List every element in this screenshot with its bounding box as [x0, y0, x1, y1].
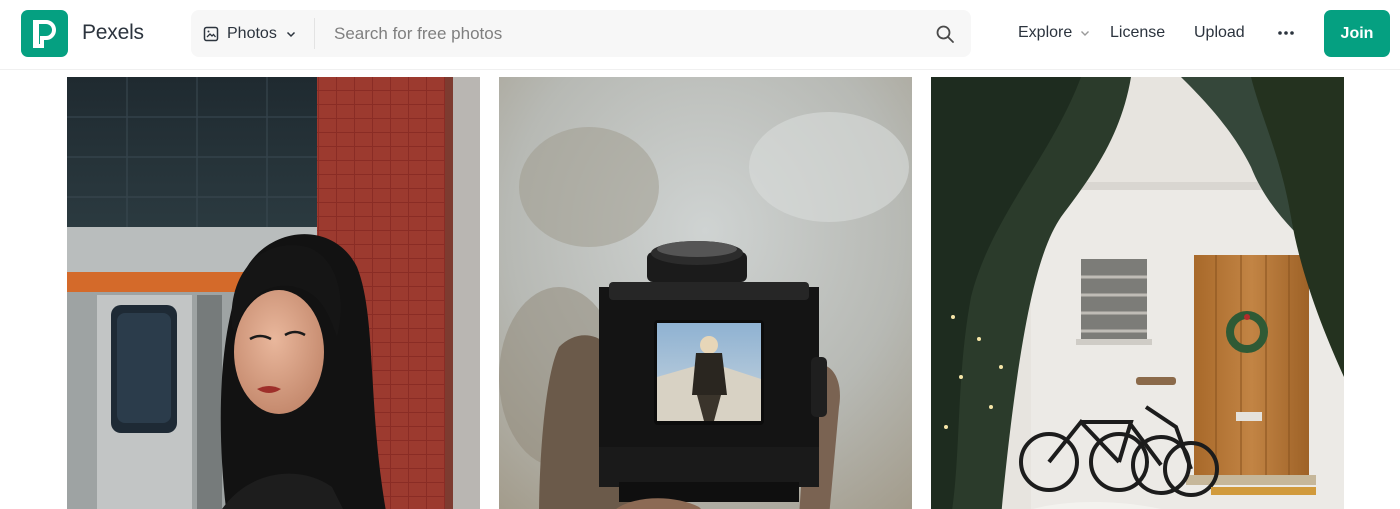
brand-name[interactable]: Pexels: [82, 20, 144, 46]
search-divider: [314, 18, 315, 49]
nav-license[interactable]: License: [1110, 22, 1165, 44]
nav-explore-label: Explore: [1018, 24, 1073, 41]
nav-upload[interactable]: Upload: [1194, 22, 1245, 44]
photo-card-house-bicycles[interactable]: [931, 77, 1344, 509]
photo-camera-viewfinder-image: [499, 77, 912, 509]
photo-card-woman-subway[interactable]: [67, 77, 480, 509]
search-type-label: Photos: [227, 24, 277, 42]
chevron-down-icon: [286, 31, 295, 37]
pexels-logo-mark-icon: [32, 19, 56, 48]
search-input[interactable]: [324, 10, 914, 57]
nav-explore[interactable]: Explore: [1018, 22, 1091, 44]
top-navigation-bar: Pexels Photos Explore License: [0, 0, 1400, 70]
image-icon: [203, 26, 219, 41]
search-button[interactable]: [933, 22, 957, 46]
pexels-logo[interactable]: [21, 10, 68, 57]
more-horizontal-icon: [1278, 31, 1294, 35]
photo-house-bicycles-image: [931, 77, 1344, 509]
more-menu-button[interactable]: [1272, 22, 1300, 44]
chevron-down-icon: [1081, 31, 1090, 36]
photo-woman-subway-image: [67, 77, 480, 509]
search-icon: [936, 25, 954, 43]
photo-card-camera-viewfinder[interactable]: [499, 77, 912, 509]
search-type-dropdown[interactable]: Photos: [191, 10, 314, 57]
search-bar: Photos: [191, 10, 971, 57]
join-button[interactable]: Join: [1324, 10, 1390, 57]
